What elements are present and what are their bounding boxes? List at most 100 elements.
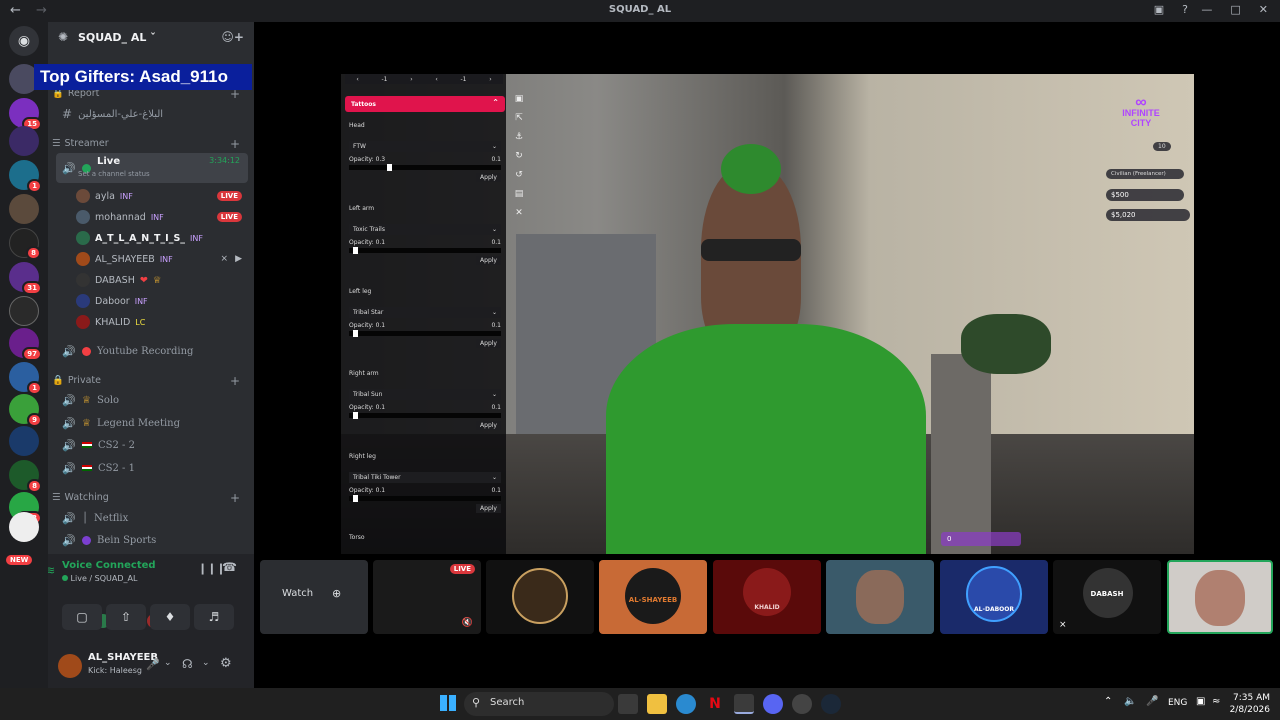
voice-user[interactable]: mohannad INF LIVE [76,207,248,227]
tattoo-select[interactable]: Tribal Star ⌄ [349,307,501,318]
close-button[interactable]: ✕ [1259,3,1268,16]
arrow-left-icon[interactable]: ‹ [435,76,437,83]
tattoo-select[interactable]: Tribal Sun ⌄ [349,389,501,400]
participant-tile[interactable]: DABASH ⨯ [1053,560,1161,634]
server-icon[interactable] [9,296,39,326]
participant-tile-speaking[interactable] [1167,560,1273,634]
edge-icon[interactable] [676,694,696,714]
maximize-button[interactable]: □ [1230,3,1240,16]
slider-thumb[interactable] [387,164,392,171]
disconnect-icon[interactable]: ☎ [222,560,237,574]
voice-location[interactable]: Live / SQUAD_AL [62,574,137,583]
volume-icon[interactable]: 🔈 [1124,696,1136,707]
game-stream-video[interactable]: ‹ -1 › ‹ -1 › Tattoos ⌃ Head FTW ⌄ Opacit… [341,74,1194,554]
clock[interactable]: 7:35 AM 2/8/2026 [1230,692,1270,716]
apply-button[interactable]: Apply [476,421,501,430]
server-icon[interactable]: 15 [9,98,42,131]
text-channel[interactable]: # البلاغ-علي-المسؤلين [56,104,248,124]
server-settings-icon[interactable]: ✺ [58,30,68,44]
server-header[interactable]: ✺ SQUAD_ AL ˇ ☺+ [48,22,254,54]
opacity-slider[interactable] [349,247,501,254]
tattoo-select[interactable]: FTW ⌄ [349,141,501,152]
app-icon[interactable] [792,694,812,714]
minimize-button[interactable]: — [1201,3,1212,16]
apply-button[interactable]: Apply [476,504,501,513]
category-private[interactable]: 🔒 Private + [52,374,248,388]
server-icon[interactable]: 8 [9,228,41,260]
add-user-icon[interactable]: ☺+ [221,30,244,44]
server-icon[interactable]: 9 [9,394,42,427]
category-watching[interactable]: ☰ Watching + [52,491,248,505]
arrow-right-icon[interactable]: › [489,76,491,83]
apply-button[interactable]: Apply [476,256,501,265]
voice-channel-bein[interactable]: 🔊 Bein Sports [56,530,248,550]
voice-channel-netflix[interactable]: 🔊 │ Netflix [56,508,248,528]
opacity-slider[interactable] [349,412,501,419]
camera-icon[interactable]: ▣ [515,94,524,104]
category-streamer[interactable]: ☰ Streamer + [52,137,248,151]
participant-tile[interactable]: AL-SHAYEEB [599,560,707,634]
microphone-icon[interactable]: 🎤 [1146,696,1158,707]
watch-button[interactable]: Watch [282,588,313,599]
voice-user[interactable]: AL_SHAYEEB INF ⨯ ▶ [76,249,248,269]
slider-thumb[interactable] [353,412,358,419]
tray-chevron-icon[interactable]: ⌃ [1104,696,1112,707]
arrow-left-icon[interactable]: ‹ [356,76,358,83]
voice-user[interactable]: DABASH ❤ ♕ [76,270,248,290]
headphones-icon[interactable]: ☊ [182,657,193,671]
participant-tile[interactable]: KHALID [713,560,821,634]
add-channel-icon[interactable]: + [230,137,240,151]
arrow-right-icon[interactable]: › [410,76,412,83]
voice-user[interactable]: ayla INF LIVE [76,186,248,206]
voice-user[interactable]: Daboor INF [76,291,248,311]
server-icon[interactable]: 1 [9,160,42,193]
voice-channel-solo[interactable]: 🔊 ♕ Solo [56,390,248,410]
help-icon[interactable]: ? [1182,3,1188,16]
chevron-down-icon[interactable]: ⌄ [164,658,172,668]
chrome-icon[interactable] [734,694,754,714]
netflix-icon[interactable]: N [705,694,725,714]
add-channel-icon[interactable]: + [230,491,240,505]
chevron-down-icon[interactable]: ⌄ [202,658,210,668]
watch-tile[interactable]: Watch ⊕ [260,560,368,634]
apply-button[interactable]: Apply [476,173,501,182]
channel-status[interactable]: Set a channel status [78,170,150,178]
slider-thumb[interactable] [353,247,358,254]
add-channel-icon[interactable]: + [230,374,240,388]
server-icon[interactable] [9,126,39,156]
voice-channel-youtube[interactable]: 🔊 Youtube Recording [56,341,248,361]
save-icon[interactable]: ▤ [515,189,524,199]
volume-muted-icon[interactable]: 🔇 [462,618,473,628]
stream-tile[interactable]: LIVE 🔇 [373,560,481,634]
apply-button[interactable]: Apply [476,339,501,348]
server-icon[interactable] [9,426,39,456]
rotate-left-icon[interactable]: ↺ [515,170,523,180]
opacity-slider[interactable] [349,495,501,502]
voice-user[interactable]: KHALID LC [76,312,248,332]
language-indicator[interactable]: ENG [1168,698,1187,708]
windows-start-icon[interactable] [440,695,456,711]
server-icon[interactable]: 1 [9,362,42,395]
server-icon[interactable]: 97 [9,328,42,361]
user-avatar[interactable] [58,654,82,678]
server-icon[interactable] [9,194,39,224]
participant-tile[interactable]: AL-DABOOR [940,560,1048,634]
tattoo-header[interactable]: Tattoos ⌃ [345,96,505,112]
soundboard-button[interactable]: ♬ [194,604,234,630]
display-icon[interactable]: ▣ [1196,696,1205,707]
slider-thumb[interactable] [353,495,358,502]
server-icon[interactable] [9,512,39,542]
rotate-right-icon[interactable]: ↻ [515,151,523,161]
participant-tile[interactable] [826,560,934,634]
voice-channel-legend[interactable]: 🔊 ♕ Legend Meeting [56,413,248,433]
expand-icon[interactable]: ⇱ [515,113,523,123]
file-explorer-icon[interactable] [647,694,667,714]
opacity-slider[interactable] [349,330,501,337]
popout-icon[interactable]: ⊕ [332,587,341,600]
close-icon[interactable]: ✕ [515,208,523,218]
microphone-icon[interactable]: 🎤 [146,658,160,671]
opacity-slider[interactable] [349,164,501,171]
share-screen-button[interactable]: ⇧ [106,604,146,630]
voice-user[interactable]: A_T_L_A_N_T_I_S_ INF [76,228,248,248]
camera-off-button[interactable]: ▢ [62,604,102,630]
